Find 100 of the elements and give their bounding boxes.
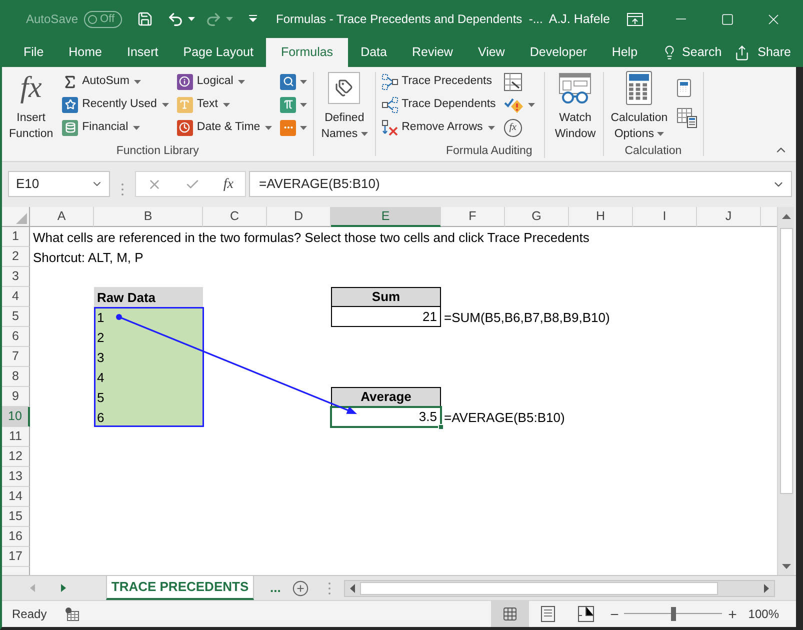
ribbon-button[interactable]: fx Insert Function bbox=[6, 70, 56, 142]
ribbon-tab[interactable]: Formulas bbox=[266, 38, 348, 67]
row-header[interactable]: 8 bbox=[2, 367, 30, 387]
caret-icon bbox=[300, 126, 308, 130]
fx-symbol: fx bbox=[20, 72, 42, 104]
column-header[interactable]: E bbox=[331, 207, 441, 227]
caret-icon bbox=[188, 17, 196, 21]
ribbon-tab[interactable]: Home bbox=[56, 38, 114, 67]
horizontal-scrollbar[interactable] bbox=[344, 580, 775, 596]
ribbon-tab[interactable]: Page Layout bbox=[170, 38, 266, 67]
ribbon-tab[interactable]: Review bbox=[399, 38, 466, 67]
ribbon-button[interactable]: Watch Window bbox=[552, 70, 599, 142]
column-header[interactable]: J bbox=[697, 207, 761, 227]
ribbon-button[interactable]: Defined Names bbox=[318, 70, 371, 142]
column-header[interactable]: C bbox=[203, 207, 267, 227]
scrollbar-thumb[interactable] bbox=[780, 228, 792, 494]
share-button[interactable]: Share bbox=[734, 38, 791, 67]
grid-icon bbox=[502, 606, 518, 622]
scrollbar-thumb[interactable] bbox=[360, 582, 718, 594]
triangle-right-icon[interactable] bbox=[61, 584, 66, 592]
name-box[interactable]: E10 bbox=[8, 171, 110, 197]
vertical-scrollbar[interactable] bbox=[777, 207, 794, 575]
column-header[interactable]: A bbox=[30, 207, 94, 227]
ribbon-tab[interactable]: View bbox=[465, 38, 518, 67]
ribbon-button[interactable]: Logical bbox=[174, 70, 274, 93]
info-icon bbox=[176, 74, 193, 90]
ribbon-button[interactable]: Trace Dependents bbox=[380, 93, 498, 116]
scroll-right-icon[interactable] bbox=[764, 584, 769, 592]
value-cell: 3.5 bbox=[331, 407, 441, 427]
ribbon-button[interactable]: Trace Precedents bbox=[380, 70, 498, 93]
row-header[interactable]: 12 bbox=[2, 447, 30, 467]
ribbon-button[interactable]: Date & Time bbox=[174, 116, 274, 139]
sheet-dot-icon[interactable] bbox=[64, 607, 79, 621]
ribbon-button[interactable]: Text bbox=[174, 93, 274, 116]
ribbon-button[interactable]: AutoSum bbox=[60, 70, 171, 93]
row-header[interactable]: 6 bbox=[2, 327, 30, 347]
caret-icon bbox=[162, 102, 169, 106]
row-header[interactable]: 1 bbox=[2, 227, 30, 247]
customize-caret-icon[interactable] bbox=[249, 15, 258, 23]
column-header[interactable]: G bbox=[505, 207, 569, 227]
database-icon bbox=[62, 120, 78, 136]
row-header[interactable]: 17 bbox=[2, 547, 30, 567]
data-cell: 6 bbox=[94, 407, 203, 427]
row-header[interactable]: 11 bbox=[2, 427, 30, 447]
ribbon-tab[interactable]: Data bbox=[348, 38, 400, 67]
formula-field[interactable]: =AVERAGE(B5:B10) bbox=[249, 171, 792, 197]
fill-handle[interactable] bbox=[438, 424, 444, 430]
linked-boxes-icon bbox=[382, 96, 398, 112]
data-cell: 3 bbox=[94, 347, 203, 367]
scroll-down-icon[interactable] bbox=[782, 564, 790, 569]
column-header[interactable]: I bbox=[633, 207, 697, 227]
caret-icon bbox=[238, 80, 246, 84]
maximize-icon[interactable] bbox=[720, 12, 734, 26]
row-header[interactable]: 9 bbox=[2, 387, 30, 407]
column-header[interactable]: F bbox=[441, 207, 505, 227]
ribbon-button[interactable]: Recently Used bbox=[60, 93, 171, 116]
ribbon-icon-button[interactable]: fx bbox=[502, 116, 537, 139]
row-header[interactable]: 10 bbox=[2, 407, 30, 427]
zoom-slider[interactable] bbox=[624, 607, 722, 621]
save-icon[interactable] bbox=[137, 11, 154, 27]
plus-icon[interactable] bbox=[727, 608, 738, 620]
row-header[interactable]: 13 bbox=[2, 467, 30, 487]
redo-icon[interactable] bbox=[205, 10, 222, 28]
undo-icon[interactable] bbox=[167, 10, 184, 28]
row-header[interactable]: 3 bbox=[2, 267, 30, 287]
dots-handle-icon[interactable] bbox=[328, 582, 331, 594]
column-header[interactable]: H bbox=[569, 207, 633, 227]
row-header[interactable]: 7 bbox=[2, 347, 30, 367]
row-header[interactable]: 2 bbox=[2, 247, 30, 267]
column-header[interactable]: D bbox=[267, 207, 331, 227]
ribbon-tab[interactable]: Insert bbox=[114, 38, 171, 67]
window-glasses-icon bbox=[558, 72, 592, 104]
group-label: Calculation bbox=[624, 144, 682, 159]
insert-function-button[interactable]: fx bbox=[223, 174, 234, 194]
group-label: Function Library bbox=[116, 144, 199, 159]
ellipsis-icon bbox=[280, 120, 296, 136]
row-header[interactable]: 5 bbox=[2, 307, 30, 327]
scroll-up-icon[interactable] bbox=[782, 214, 790, 219]
search-button[interactable]: Search bbox=[662, 38, 722, 67]
caret-icon bbox=[300, 102, 308, 106]
ribbon-tab[interactable]: Help bbox=[599, 38, 650, 67]
ribbon-tab[interactable]: Developer bbox=[517, 38, 600, 67]
row-header[interactable]: 4 bbox=[2, 287, 30, 307]
row-header[interactable]: 16 bbox=[2, 527, 30, 547]
type-icon bbox=[176, 96, 193, 112]
sheet-tab[interactable]: TRACE PRECEDENTS bbox=[106, 576, 254, 600]
row-header[interactable]: 14 bbox=[2, 487, 30, 507]
zoom-thumb[interactable] bbox=[670, 607, 676, 621]
more-sheets-button[interactable]: ... bbox=[270, 576, 281, 600]
plus-circle-icon[interactable] bbox=[292, 580, 309, 596]
ribbon-button[interactable]: Financial bbox=[60, 116, 171, 139]
ribbon-button[interactable]: Calculation Options bbox=[608, 70, 671, 142]
scroll-left-icon[interactable] bbox=[350, 584, 355, 592]
cell-text: =SUM(B5,B6,B7,B8,B9,B10) bbox=[444, 309, 610, 327]
column-header[interactable]: B bbox=[94, 207, 203, 227]
row-header[interactable]: 15 bbox=[2, 507, 30, 527]
ribbon-tab[interactable]: File bbox=[11, 38, 56, 67]
ribbon-button[interactable]: Remove Arrows bbox=[380, 116, 498, 139]
zoom-level: 100% bbox=[748, 606, 779, 623]
dots-handle-icon[interactable] bbox=[121, 182, 124, 196]
